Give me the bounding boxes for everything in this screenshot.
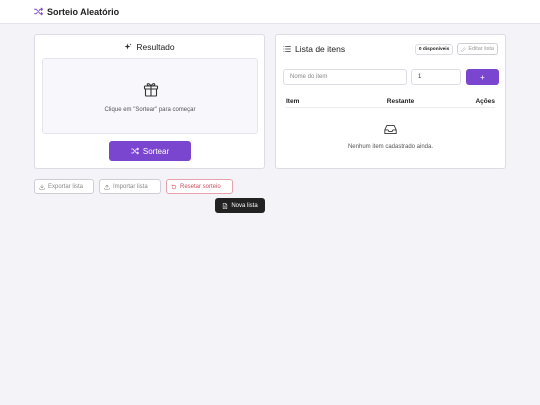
reset-draw-label: Resetar sorteio <box>180 183 221 190</box>
empty-list-message: Nenhum item cadastrado ainda. <box>347 144 434 150</box>
result-card-title: Resultado <box>35 42 264 52</box>
available-badge: 0 disponíveis <box>414 43 454 55</box>
sort-button[interactable]: Sortear <box>109 141 191 161</box>
column-header-actions: Ações <box>475 98 495 105</box>
result-title-text: Resultado <box>136 42 175 52</box>
pencil-icon <box>461 46 466 52</box>
result-card: Resultado Clique em "Sortear" para começ… <box>34 34 265 169</box>
app-title: Sorteio Aleatório <box>47 6 120 17</box>
edit-list-label: Editar lista <box>468 46 494 52</box>
list-icon <box>283 46 291 52</box>
file-icon <box>223 202 228 209</box>
add-item-button[interactable]: + <box>466 69 499 85</box>
edit-list-button[interactable]: Editar lista <box>457 43 498 55</box>
reset-icon <box>171 183 177 189</box>
column-header-item: Item <box>286 98 300 105</box>
result-display: Clique em "Sortear" para começar <box>42 58 258 134</box>
upload-icon <box>104 184 110 190</box>
reset-draw-button[interactable]: Resetar sorteio <box>166 179 233 194</box>
shuffle-icon <box>34 7 43 16</box>
new-list-label: Nova lista <box>231 202 258 209</box>
item-quantity-input[interactable]: 1 <box>411 69 461 85</box>
sparkles-icon <box>124 43 132 50</box>
sort-button-label: Sortear <box>142 146 170 156</box>
shuffle-icon <box>130 147 139 155</box>
app-brand[interactable]: Sorteio Aleatório <box>34 7 119 17</box>
import-list-label: Importar lista <box>113 183 148 190</box>
list-title: Lista de itens <box>283 44 415 54</box>
export-list-label: Exportar lista <box>48 183 84 190</box>
list-title-text: Lista de itens <box>295 44 346 54</box>
new-list-tooltip[interactable]: Nova lista <box>215 198 265 213</box>
item-list-card: Lista de itens 0 disponíveis Editar list… <box>275 34 506 169</box>
column-header-remaining: Restante <box>386 98 415 105</box>
inbox-icon <box>384 124 397 135</box>
list-header: Lista de itens 0 disponíveis Editar list… <box>283 42 498 56</box>
export-list-button[interactable]: Exportar lista <box>34 179 94 194</box>
result-hint: Clique em "Sortear" para começar <box>104 107 196 113</box>
items-table-header: Item Restante Ações <box>286 96 495 108</box>
gift-icon <box>143 83 159 97</box>
import-list-button[interactable]: Importar lista <box>99 179 161 194</box>
item-name-input[interactable]: Nome do item <box>283 69 407 85</box>
download-icon <box>39 183 45 190</box>
top-bar: Sorteio Aleatório <box>0 0 540 24</box>
